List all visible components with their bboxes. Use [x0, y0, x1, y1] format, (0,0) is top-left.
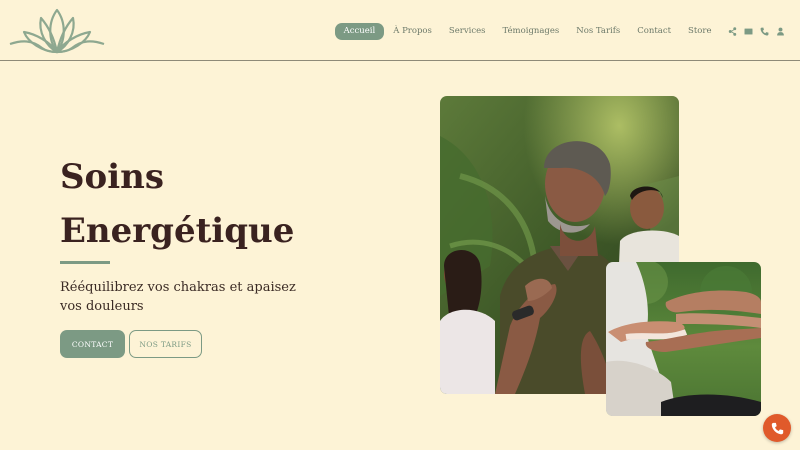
floating-call-button[interactable]	[763, 414, 791, 442]
envelope-icon[interactable]	[740, 23, 756, 39]
nav-item-a-propos[interactable]: À Propos	[385, 23, 441, 40]
energy-healing-hands-photo	[606, 262, 761, 416]
nav-item-accueil[interactable]: Accueil	[335, 22, 384, 40]
lotus-icon[interactable]	[8, 6, 106, 56]
hero-title-line1: Soins	[60, 157, 165, 197]
phone-icon[interactable]	[756, 23, 772, 39]
hero-title-line2: Energétique	[60, 211, 295, 251]
nav-icon-group	[724, 23, 788, 39]
nav-item-store[interactable]: Store	[680, 23, 720, 40]
title-divider	[60, 261, 110, 264]
share-icon[interactable]	[724, 23, 740, 39]
hero-title: Soins Energétique	[60, 150, 294, 258]
main-nav: Accueil À Propos Services Témoignages No…	[335, 22, 800, 40]
nav-item-services[interactable]: Services	[440, 23, 494, 40]
nav-item-nos-tarifs[interactable]: Nos Tarifs	[568, 23, 629, 40]
hero-subtitle: Rééquilibrez vos chakras et apaisez vos …	[60, 280, 296, 314]
nav-item-temoignages[interactable]: Témoignages	[494, 23, 568, 40]
phone-icon	[771, 422, 783, 434]
site-header: Accueil À Propos Services Témoignages No…	[0, 0, 800, 61]
user-icon[interactable]	[772, 23, 788, 39]
nav-item-contact[interactable]: Contact	[629, 23, 680, 40]
nos-tarifs-button[interactable]: NOS TARIFS	[129, 330, 202, 358]
contact-button[interactable]: CONTACT	[60, 330, 125, 358]
